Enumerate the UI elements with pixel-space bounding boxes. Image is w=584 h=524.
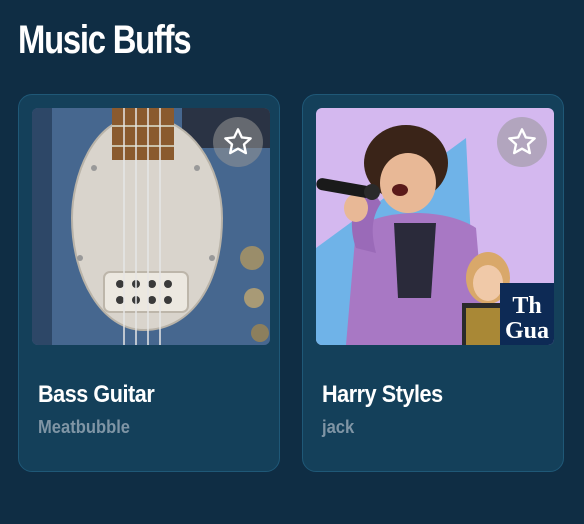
- card-author: jack: [322, 417, 355, 437]
- star-outline-icon: [224, 128, 252, 155]
- svg-text:Gua: Gua: [505, 318, 549, 344]
- favorite-button[interactable]: [497, 117, 547, 167]
- card-image[interactable]: Th Gua: [316, 108, 554, 345]
- card-author: Meatbubble: [38, 417, 131, 437]
- card-title: Bass Guitar: [38, 381, 155, 408]
- card-harry-styles[interactable]: Th Gua Harry Styles jack: [302, 94, 564, 472]
- page-title: Music Buffs: [18, 18, 192, 62]
- favorite-button[interactable]: [213, 117, 263, 167]
- card-title: Harry Styles: [322, 381, 443, 408]
- star-outline-icon: [508, 128, 536, 155]
- card-image[interactable]: [32, 108, 270, 345]
- card-bass-guitar[interactable]: Bass Guitar Meatbubble: [18, 94, 280, 472]
- svg-text:Th: Th: [512, 293, 541, 319]
